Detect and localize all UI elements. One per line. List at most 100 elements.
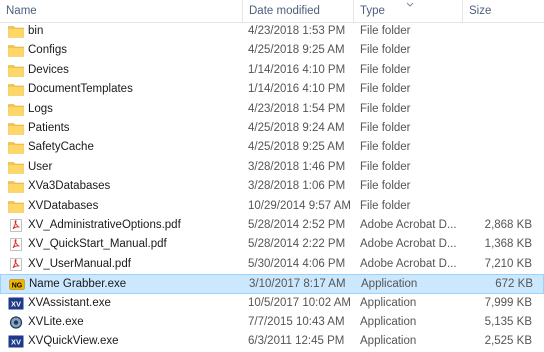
file-date-modified: 10/29/2014 9:57 AM — [248, 199, 351, 212]
file-type: Application — [360, 335, 417, 348]
name-grabber-icon: NG — [9, 278, 25, 291]
file-name: XVLite.exe — [28, 316, 84, 328]
file-row[interactable]: User 3/28/2018 1:46 PM File folder — [0, 158, 544, 177]
file-name: Devices — [28, 63, 69, 76]
file-size — [466, 177, 532, 196]
file-size: 2,525 KB — [484, 335, 532, 348]
file-row[interactable]: XV XVQuickView.exe 6/3/2011 12:45 PM Applic… — [0, 332, 544, 351]
pdf-icon — [8, 219, 24, 232]
file-size — [466, 61, 532, 80]
xv-app-icon: XV — [8, 297, 24, 310]
file-name: XVa3Databases — [28, 180, 111, 193]
file-type: Adobe Acrobat D... — [360, 219, 457, 231]
file-type: File folder — [360, 180, 411, 193]
file-row[interactable]: XVDatabases 10/29/2014 9:57 AM File folder — [0, 197, 544, 216]
folder-icon — [8, 161, 24, 174]
file-date-modified: 5/28/2014 2:22 PM — [248, 238, 346, 251]
file-row[interactable]: Configs 4/25/2018 9:25 AM File folder — [0, 41, 544, 60]
folder-icon — [8, 103, 24, 116]
name-column-header[interactable]: Name — [0, 0, 242, 22]
file-type: File folder — [360, 83, 411, 96]
file-date-modified: 3/28/2018 1:06 PM — [248, 180, 346, 193]
file-row[interactable]: SafetyCache 4/25/2018 9:25 AM File folder — [0, 138, 544, 157]
column-header: Name Date modified Type Size — [0, 0, 544, 23]
sort-chevron-icon — [406, 2, 414, 7]
file-row[interactable]: XVLite.exe 7/7/2015 10:43 AM Application 5,… — [0, 313, 544, 332]
file-date-modified: 4/25/2018 9:25 AM — [248, 141, 345, 154]
file-type: File folder — [360, 141, 411, 154]
file-size: 7,999 KB — [484, 296, 532, 309]
file-row[interactable]: NG Name Grabber.exe 3/10/2017 8:17 AM Appli… — [0, 274, 544, 294]
file-row[interactable]: XV_AdministrativeOptions.pdf 5/28/2014 2:… — [0, 216, 544, 235]
file-size — [466, 138, 532, 157]
file-date-modified: 1/14/2016 4:10 PM — [248, 83, 346, 96]
file-row[interactable]: Devices 1/14/2016 4:10 PM File folder — [0, 61, 544, 80]
size-column-header[interactable]: Size — [463, 0, 544, 22]
file-date-modified: 7/7/2015 10:43 AM — [248, 316, 345, 328]
file-date-modified: 4/23/2018 1:53 PM — [248, 25, 346, 37]
file-name: bin — [28, 25, 44, 37]
file-row[interactable]: XV_UserManual.pdf 5/30/2014 4:06 PM Adobe … — [0, 255, 544, 274]
file-date-modified: 3/28/2018 1:46 PM — [248, 160, 346, 173]
file-name: XV_AdministrativeOptions.pdf — [28, 219, 181, 231]
file-row[interactable]: Patients 4/25/2018 9:24 AM File folder — [0, 119, 544, 138]
file-type: File folder — [360, 44, 411, 57]
date-column-header[interactable]: Date modified — [243, 0, 353, 22]
file-row[interactable]: DocumentTemplates 1/14/2016 4:10 PM File f… — [0, 80, 544, 99]
file-name: Logs — [28, 102, 53, 115]
folder-icon — [8, 64, 24, 77]
file-row[interactable]: Logs 4/23/2018 1:54 PM File folder — [0, 100, 544, 119]
file-size — [466, 158, 532, 177]
pdf-icon — [8, 238, 24, 252]
folder-icon — [8, 44, 24, 58]
file-date-modified: 3/10/2017 8:17 AM — [249, 278, 346, 291]
file-type: File folder — [360, 160, 411, 173]
file-row[interactable]: XV XVAssistant.exe 10/5/2017 10:02 AM Appli… — [0, 294, 544, 313]
file-size: 7,210 KB — [484, 257, 532, 270]
file-name: XV_UserManual.pdf — [28, 257, 131, 270]
svg-text:NG: NG — [12, 283, 23, 290]
folder-icon — [8, 200, 24, 213]
file-row[interactable]: XV_QuickStart_Manual.pdf 5/28/2014 2:22 P… — [0, 235, 544, 254]
file-date-modified: 5/30/2014 4:06 PM — [248, 257, 346, 270]
file-type: Adobe Acrobat D... — [360, 238, 457, 251]
file-type: File folder — [360, 25, 411, 37]
file-name: XVQuickView.exe — [28, 335, 119, 348]
file-size: 1,368 KB — [484, 238, 532, 251]
pdf-icon — [8, 257, 24, 271]
file-date-modified: 10/5/2017 10:02 AM — [248, 296, 351, 309]
file-size — [466, 22, 532, 41]
file-type: File folder — [360, 102, 411, 115]
file-type: File folder — [360, 122, 411, 134]
folder-icon — [8, 25, 24, 38]
file-date-modified: 4/25/2018 9:25 AM — [248, 44, 345, 57]
file-name: XVDatabases — [28, 199, 99, 212]
folder-icon — [8, 141, 24, 155]
file-size — [466, 41, 532, 60]
file-date-modified: 5/28/2014 2:52 PM — [248, 219, 346, 231]
file-size: 672 KB — [495, 278, 533, 291]
file-type: Adobe Acrobat D... — [360, 257, 457, 270]
file-name: Configs — [28, 44, 67, 57]
file-row[interactable]: XVa3Databases 3/28/2018 1:06 PM File folde… — [0, 177, 544, 196]
file-size — [466, 80, 532, 99]
svg-text:XV: XV — [11, 338, 21, 347]
file-date-modified: 1/14/2016 4:10 PM — [248, 63, 346, 76]
file-type: Application — [360, 316, 417, 328]
file-row[interactable]: bin 4/23/2018 1:53 PM File folder — [0, 22, 544, 41]
file-name: XVAssistant.exe — [28, 296, 111, 309]
file-type: File folder — [360, 63, 411, 76]
file-type: Application — [361, 278, 418, 291]
file-size — [466, 197, 532, 216]
file-type: Application — [360, 296, 417, 309]
file-name: SafetyCache — [28, 141, 94, 154]
file-name: XV_QuickStart_Manual.pdf — [28, 238, 167, 251]
file-size: 5,135 KB — [484, 316, 532, 328]
file-name: Name Grabber.exe — [29, 278, 127, 291]
file-name: DocumentTemplates — [28, 83, 133, 96]
file-type: File folder — [360, 199, 411, 212]
xvlite-icon — [8, 316, 24, 329]
folder-icon — [8, 180, 24, 193]
file-name: Patients — [28, 122, 70, 134]
file-date-modified: 4/23/2018 1:54 PM — [248, 102, 346, 115]
